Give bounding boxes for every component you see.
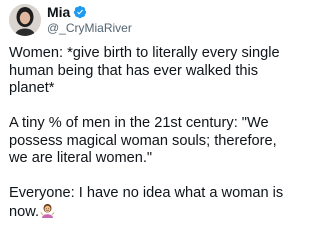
user-handle[interactable]: @_CryMiaRiver — [47, 20, 132, 36]
tweet-card: Mia @_CryMiaRiver Women: *give birth to … — [0, 0, 300, 245]
tweet-paragraph-2: A tiny % of men in the 21st century: "We… — [9, 115, 277, 166]
tweet-text: Women: *give birth to literally every si… — [9, 45, 297, 239]
person-shrugging-emoji-icon — [40, 203, 55, 218]
tweet-paragraph-1: Women: *give birth to literally every si… — [9, 45, 280, 96]
tweet-header: Mia @_CryMiaRiver — [47, 4, 132, 36]
verified-badge-icon — [73, 5, 87, 19]
display-name[interactable]: Mia — [47, 4, 70, 20]
avatar[interactable] — [9, 4, 41, 36]
